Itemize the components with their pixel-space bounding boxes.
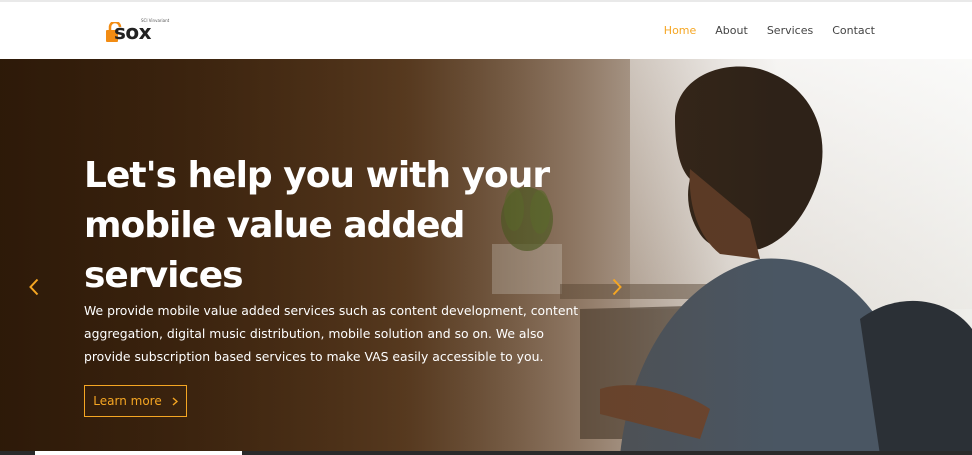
nav-item-about[interactable]: About xyxy=(715,24,748,37)
brand-name: sox xyxy=(114,20,152,44)
learn-more-button[interactable]: Learn more xyxy=(84,385,187,417)
carousel-prev-button[interactable] xyxy=(24,275,44,299)
carousel-indicator-active[interactable] xyxy=(35,451,242,455)
chevron-right-icon xyxy=(612,278,622,296)
hero-headline: Let's help you with your mobile value ad… xyxy=(84,155,550,296)
learn-more-label: Learn more xyxy=(93,394,162,408)
nav-item-services[interactable]: Services xyxy=(767,24,813,37)
nav-item-contact[interactable]: Contact xyxy=(832,24,875,37)
navbar: sox SCI Vinvariant Home About Services C… xyxy=(0,2,972,58)
brand-tagline: SCI Vinvariant xyxy=(141,18,170,23)
chevron-left-icon xyxy=(29,278,39,296)
hero-description: We provide mobile value added services s… xyxy=(84,303,579,364)
carousel-next-button[interactable] xyxy=(607,275,627,299)
hero-carousel: Let's help you with your mobile value ad… xyxy=(0,59,972,455)
nav-item-home[interactable]: Home xyxy=(664,24,696,37)
brand-logo[interactable]: sox SCI Vinvariant xyxy=(104,17,170,49)
main-nav: Home About Services Contact xyxy=(645,24,875,37)
chevron-right-icon xyxy=(172,396,178,406)
